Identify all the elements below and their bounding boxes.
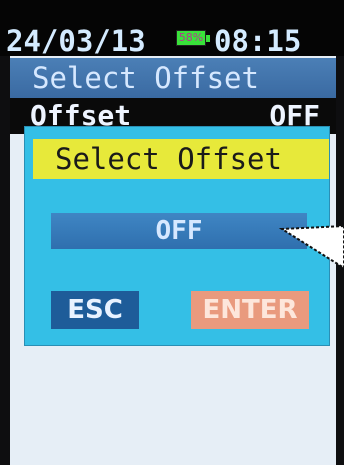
battery-icon: 58% bbox=[176, 30, 206, 46]
esc-button-label: ESC bbox=[67, 295, 123, 325]
esc-button[interactable]: ESC bbox=[51, 291, 139, 329]
battery-tip bbox=[206, 35, 210, 42]
selected-offset-value: OFF bbox=[155, 216, 203, 246]
dialog-title-bar: Select Offset bbox=[33, 139, 329, 179]
offset-value-selector[interactable]: OFF bbox=[51, 213, 307, 249]
battery-percent: 58% bbox=[178, 31, 204, 44]
status-bar: 24/03/13 58% 08:15 bbox=[0, 0, 344, 58]
enter-button-label: ENTER bbox=[202, 295, 298, 325]
time-display: 08:15 bbox=[214, 24, 302, 58]
date-display: 24/03/13 bbox=[6, 24, 146, 58]
menu-title: Select Offset bbox=[32, 61, 259, 95]
select-offset-dialog: Select Offset OFF ESC ENTER bbox=[24, 126, 330, 346]
device-screen: 24/03/13 58% 08:15 Select Offset Offset … bbox=[0, 0, 344, 465]
menu-title-bar: Select Offset bbox=[10, 58, 336, 98]
dialog-title: Select Offset bbox=[55, 142, 282, 176]
enter-button[interactable]: ENTER bbox=[191, 291, 309, 329]
